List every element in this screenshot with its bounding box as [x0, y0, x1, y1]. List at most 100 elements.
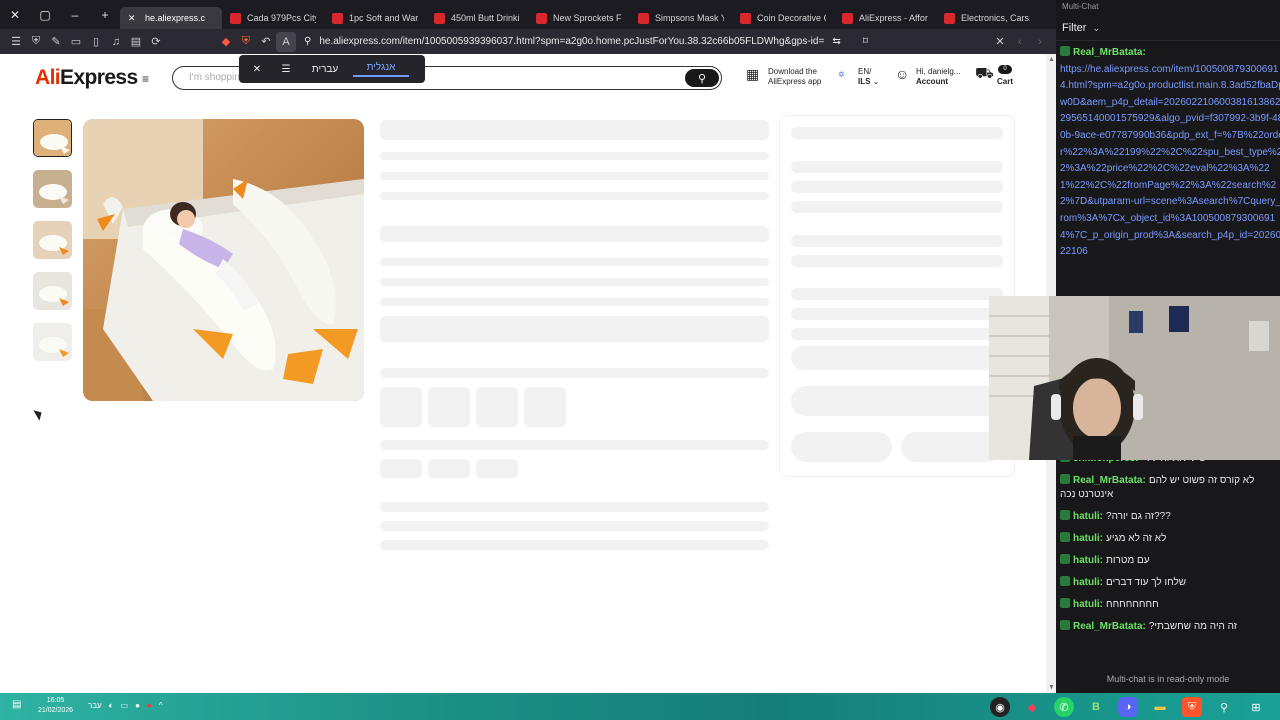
chat-message: hatuli: חחחחחחחח	[1060, 598, 1278, 612]
rewards-icon[interactable]: ◆	[216, 32, 236, 52]
microphone-icon[interactable]: ●	[135, 701, 140, 711]
language-currency[interactable]: ✡ EN/ILS ⌄	[838, 67, 879, 87]
tabs-icon[interactable]: ▭	[66, 32, 86, 52]
prev-icon[interactable]: ‹	[1010, 32, 1030, 52]
browser-tab[interactable]: Electronics, Cars, Fa	[936, 7, 1038, 29]
browser-tab[interactable]: Coin Decorative Ca	[732, 7, 834, 29]
b-app-icon[interactable]: B	[1086, 697, 1106, 717]
skeleton-block	[380, 316, 769, 342]
chat-badge-icon	[1060, 510, 1070, 520]
search-icon[interactable]: ⚲	[1214, 697, 1234, 717]
skeleton-line	[791, 161, 1003, 173]
tab-title: AliExpress - Afford	[859, 13, 928, 23]
browser-tab[interactable]: New Sprockets Flye	[528, 7, 630, 29]
chat-message: hatuli: עם מטרות	[1060, 554, 1278, 568]
network-icon[interactable]: ▭	[121, 701, 129, 711]
categories-menu-icon[interactable]: ≡	[142, 72, 149, 86]
brave-shield-icon[interactable]: ⛨	[236, 32, 256, 52]
aliexpress-favicon-icon	[536, 12, 547, 24]
search-button[interactable]: ⚲	[685, 69, 719, 87]
next-icon[interactable]: ›	[1030, 32, 1050, 52]
extensions-icon[interactable]: ⟳	[146, 32, 166, 52]
download-app-link[interactable]: ▦ Download the AliExpress app	[746, 67, 821, 87]
brave-icon[interactable]: ⛨	[1182, 697, 1202, 717]
panel-title: Multi-Chat	[1062, 2, 1099, 11]
close-translate-icon[interactable]: ✕	[239, 64, 275, 75]
speaker-icon[interactable]: 🔈︎	[109, 701, 114, 711]
aliexpress-favicon-icon	[434, 12, 445, 24]
tab-title: Simpsons Mask Ye	[655, 13, 724, 23]
skeleton-line	[791, 288, 1003, 300]
obs-icon[interactable]: ◉	[990, 697, 1010, 717]
product-thumbnail[interactable]	[33, 272, 72, 310]
chevron-up-icon[interactable]: ^	[159, 701, 163, 711]
translate-menu-icon[interactable]: ☰	[275, 64, 297, 75]
browser-tab[interactable]: ✕ he.aliexpress.c	[120, 7, 222, 29]
tab-title: New Sprockets Flye	[553, 13, 622, 23]
translate-option-hebrew[interactable]: עברית	[297, 64, 353, 75]
account-link[interactable]: ☺ Hi, danielg... Account	[895, 67, 960, 87]
aliexpress-favicon-icon	[230, 12, 241, 24]
restore-icon[interactable]: ▢	[30, 0, 60, 29]
sidebar-menu-icon[interactable]: ☰	[6, 32, 26, 52]
translate-option-english[interactable]: אנגלית	[353, 62, 409, 77]
new-tab-icon[interactable]: +	[90, 0, 120, 29]
back-icon[interactable]: ↶	[256, 32, 276, 52]
buy-box-skeleton	[779, 115, 1015, 477]
chat-text: חחחחחחחח	[1106, 599, 1159, 610]
skeleton-line	[380, 172, 769, 180]
chat-link[interactable]: https://he.aliexpress.com/item/100500879…	[1060, 64, 1280, 258]
skeleton-title	[380, 120, 769, 140]
skeleton-chip	[428, 459, 470, 478]
web-page: AliExpress ≡ I'm shoppin ⌼ ⚲ ▦ Download …	[0, 54, 1046, 693]
aliexpress-logo[interactable]: AliExpress	[35, 66, 138, 90]
chat-text: לא זה לא מגיע	[1106, 533, 1167, 544]
chat-message: Real_MrBatata: ?זה היה מה שחשבתי	[1060, 620, 1278, 634]
music-icon[interactable]: ♫	[106, 32, 126, 52]
product-thumbnail[interactable]	[33, 170, 72, 208]
close-window-icon[interactable]: ✕	[0, 0, 30, 29]
wallet-icon[interactable]: ▤	[126, 32, 146, 52]
system-clock[interactable]: 16:05 21/02/2026	[38, 696, 73, 716]
tab-title: Coin Decorative Ca	[757, 13, 826, 23]
product-thumbnail[interactable]	[33, 119, 72, 157]
chat-text: ?זה היה מה שחשבתי	[1148, 621, 1238, 632]
sidebar-icon[interactable]: ▯	[86, 32, 106, 52]
skeleton-option	[524, 387, 566, 427]
aliexpress-favicon-icon	[842, 12, 853, 24]
notification-icon[interactable]: ▤	[12, 699, 21, 710]
shield-icon[interactable]: ⛨	[26, 32, 46, 52]
product-thumbnail[interactable]	[33, 323, 72, 361]
record-icon[interactable]: ●	[147, 701, 152, 711]
site-info-icon[interactable]: ⚲	[304, 36, 311, 47]
browser-tab[interactable]: 1pc Soft and Warm	[324, 7, 426, 29]
product-thumbnail[interactable]	[33, 221, 72, 259]
pinned-apps: ◉ ◆ ✆ B ◑ ▬ ⛨ ⚲ ⊞	[990, 697, 1266, 717]
translate-icon[interactable]: A	[276, 31, 296, 52]
address-bar[interactable]: ⚲ he.aliexpress.com/item/100500593939603…	[304, 32, 898, 51]
skeleton-line	[380, 152, 769, 160]
pin-icon[interactable]: ✎	[46, 32, 66, 52]
chat-username: hatuli:	[1073, 555, 1103, 566]
aliexpress-header: AliExpress ≡ I'm shoppin ⌼ ⚲ ▦ Download …	[0, 54, 1046, 104]
file-explorer-icon[interactable]: ▬	[1150, 697, 1170, 717]
app-red-icon[interactable]: ◆	[1022, 697, 1042, 717]
browser-tab[interactable]: 450ml Butt Drinking	[426, 7, 528, 29]
skeleton-line	[791, 308, 1003, 320]
skeleton-button	[791, 386, 1003, 416]
tab-search-icon[interactable]: ⇆	[832, 36, 840, 47]
browser-tab[interactable]: AliExpress - Afford	[834, 7, 936, 29]
close-icon[interactable]: ✕	[990, 32, 1010, 52]
discord-icon[interactable]: ◑	[1118, 697, 1138, 717]
filter-dropdown[interactable]: Filter ⌄	[1062, 22, 1100, 34]
start-icon[interactable]: ⊞	[1246, 697, 1266, 717]
bookmark-icon[interactable]: ⌑	[863, 36, 868, 47]
minimize-icon[interactable]: –	[60, 0, 90, 29]
product-main-image[interactable]	[83, 119, 364, 401]
chat-badge-icon	[1060, 46, 1070, 56]
browser-tab[interactable]: Cada 979Pcs City Te	[222, 7, 324, 29]
whatsapp-icon[interactable]: ✆	[1054, 697, 1074, 717]
input-language[interactable]: עבר	[88, 701, 102, 711]
browser-tab[interactable]: Simpsons Mask Ye	[630, 7, 732, 29]
skeleton-line	[791, 328, 1003, 340]
